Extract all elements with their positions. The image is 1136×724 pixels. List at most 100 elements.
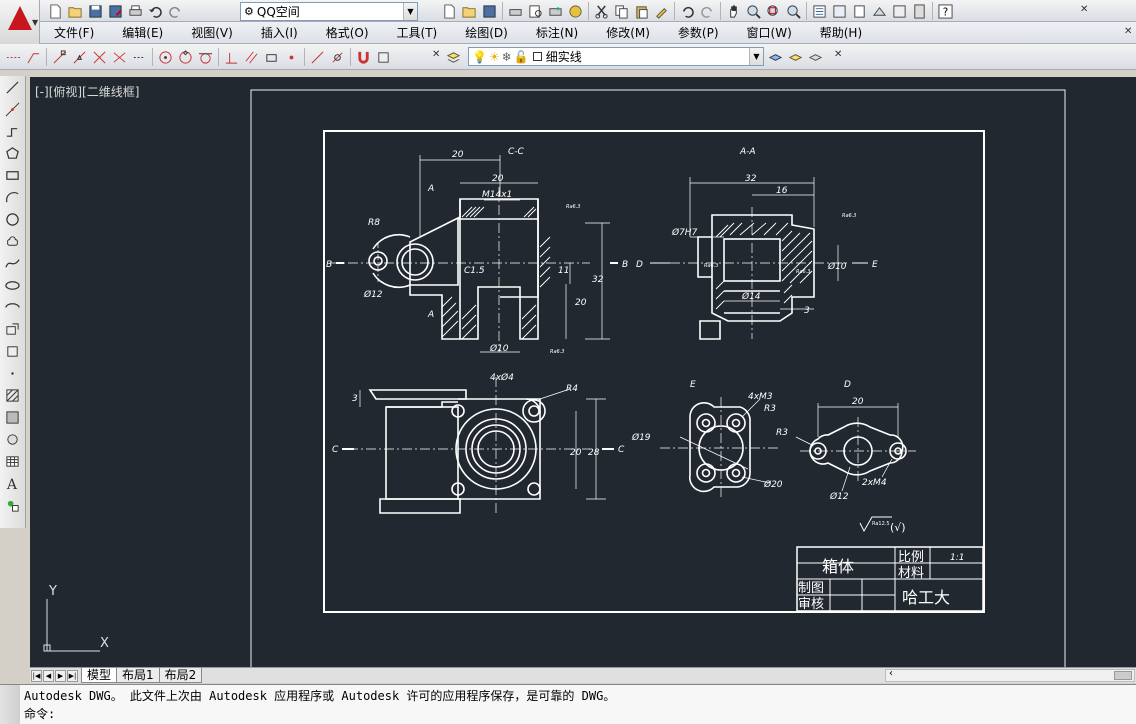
menu-item[interactable]: 标注(N) xyxy=(522,25,592,42)
menu-item[interactable]: 格式(O) xyxy=(312,25,383,42)
arc-icon[interactable] xyxy=(2,187,23,208)
gradient-icon[interactable] xyxy=(2,407,23,428)
make-block-icon[interactable] xyxy=(2,341,23,362)
layer-linetype-select[interactable]: 💡 ☀ ❄ 🔓 细实线 ▼ xyxy=(468,47,764,66)
line-icon[interactable] xyxy=(2,77,23,98)
zoom-window-icon[interactable] xyxy=(764,2,783,20)
point-icon[interactable] xyxy=(2,363,23,384)
save-as-icon[interactable] xyxy=(106,2,125,20)
redo-icon[interactable] xyxy=(166,2,185,20)
snap-tangent-icon[interactable] xyxy=(196,48,215,66)
osnap-settings-icon[interactable] xyxy=(374,48,393,66)
calculator-icon[interactable] xyxy=(910,2,929,20)
snap-insert-icon[interactable] xyxy=(262,48,281,66)
undo-icon[interactable] xyxy=(678,2,697,20)
layout-tab[interactable]: 模型 xyxy=(81,668,118,683)
snap-perpendicular-icon[interactable] xyxy=(222,48,241,66)
new-file-icon[interactable] xyxy=(46,2,65,20)
drawing-canvas[interactable]: [-][俯视][二维线框] C-C 20 20 M14x1 R8 C1.5 Ø1… xyxy=(30,77,1136,667)
open-folder-icon[interactable] xyxy=(66,2,85,20)
snap-center-icon[interactable] xyxy=(156,48,175,66)
help-icon[interactable]: ? xyxy=(936,2,955,20)
first-tab-icon[interactable]: |◀ xyxy=(31,669,42,682)
print-icon[interactable] xyxy=(126,2,145,20)
revision-cloud-icon[interactable] xyxy=(2,231,23,252)
open-icon[interactable] xyxy=(460,2,479,20)
snap-none-icon[interactable] xyxy=(328,48,347,66)
close-icon[interactable]: ✕ xyxy=(432,49,440,60)
command-prompt[interactable]: 命令: xyxy=(24,705,55,722)
menu-item[interactable]: 窗口(W) xyxy=(733,25,806,42)
plot-preview-icon[interactable] xyxy=(526,2,545,20)
cut-icon[interactable] xyxy=(592,2,611,20)
snap-intersection-icon[interactable] xyxy=(90,48,109,66)
snap-midpoint-icon[interactable] xyxy=(70,48,89,66)
menu-item[interactable]: 工具(T) xyxy=(383,25,452,42)
paste-icon[interactable] xyxy=(632,2,651,20)
publish-icon[interactable] xyxy=(546,2,565,20)
menu-item[interactable]: 参数(P) xyxy=(664,25,733,42)
magnet-icon[interactable] xyxy=(354,48,373,66)
snap-quadrant-icon[interactable] xyxy=(176,48,195,66)
snap-parallel-icon[interactable] xyxy=(242,48,261,66)
previous-tab-icon[interactable]: ◀ xyxy=(43,669,54,682)
layout-tab[interactable]: 布局1 xyxy=(116,668,160,683)
last-tab-icon[interactable]: ▶| xyxy=(67,669,78,682)
menu-item[interactable]: 编辑(E) xyxy=(108,25,177,42)
temporary-track-icon[interactable] xyxy=(4,48,23,66)
command-line-grip[interactable] xyxy=(0,685,20,724)
tool-palettes-icon[interactable] xyxy=(850,2,869,20)
snap-endpoint-icon[interactable] xyxy=(50,48,69,66)
ellipse-icon[interactable] xyxy=(2,275,23,296)
zoom-realtime-icon[interactable] xyxy=(744,2,763,20)
circle-icon[interactable] xyxy=(2,209,23,230)
polygon-icon[interactable] xyxy=(2,143,23,164)
properties-icon[interactable] xyxy=(810,2,829,20)
horizontal-scrollbar[interactable]: ‹ xyxy=(885,668,1135,682)
add-selected-icon[interactable] xyxy=(2,495,23,516)
layer-state-icon[interactable] xyxy=(806,48,825,66)
spline-icon[interactable] xyxy=(2,253,23,274)
snap-from-icon[interactable] xyxy=(24,48,43,66)
close-icon[interactable]: ✕ xyxy=(1124,26,1132,37)
multiline-text-icon[interactable]: A xyxy=(2,473,23,494)
copy-icon[interactable] xyxy=(612,2,631,20)
insert-block-icon[interactable] xyxy=(2,319,23,340)
plot-icon[interactable] xyxy=(506,2,525,20)
rectangle-icon[interactable] xyxy=(2,165,23,186)
close-icon[interactable]: ✕ xyxy=(834,49,842,60)
save-icon[interactable] xyxy=(86,2,105,20)
sheet-set-icon[interactable] xyxy=(870,2,889,20)
layer-previous-icon[interactable] xyxy=(786,48,805,66)
construction-line-icon[interactable] xyxy=(2,99,23,120)
make-current-icon[interactable] xyxy=(766,48,785,66)
snap-extension-icon[interactable] xyxy=(130,48,149,66)
table-icon[interactable] xyxy=(2,451,23,472)
polyline-icon[interactable] xyxy=(2,121,23,142)
next-tab-icon[interactable]: ▶ xyxy=(55,669,66,682)
hatch-icon[interactable] xyxy=(2,385,23,406)
menu-item[interactable]: 绘图(D) xyxy=(451,25,522,42)
workspace-select[interactable]: ⚙ QQ空间 ▼ xyxy=(240,2,418,21)
undo-icon[interactable] xyxy=(146,2,165,20)
region-icon[interactable] xyxy=(2,429,23,450)
3d-dwf-icon[interactable] xyxy=(566,2,585,20)
qsave-icon[interactable] xyxy=(480,2,499,20)
design-center-icon[interactable] xyxy=(830,2,849,20)
menu-item[interactable]: 帮助(H) xyxy=(806,25,876,42)
layout-tab[interactable]: 布局2 xyxy=(158,668,203,683)
snap-apparent-icon[interactable] xyxy=(110,48,129,66)
redo-icon[interactable] xyxy=(698,2,717,20)
application-menu-button[interactable]: ▼ xyxy=(0,0,40,44)
layer-manager-icon[interactable] xyxy=(444,48,463,66)
close-icon[interactable]: ✕ xyxy=(1080,4,1088,15)
menu-item[interactable]: 文件(F) xyxy=(40,25,108,42)
markup-icon[interactable] xyxy=(890,2,909,20)
pan-icon[interactable] xyxy=(724,2,743,20)
qnew-icon[interactable] xyxy=(440,2,459,20)
scroll-left-icon[interactable]: ‹ xyxy=(889,668,893,679)
menu-item[interactable]: 修改(M) xyxy=(592,25,664,42)
menu-item[interactable]: 视图(V) xyxy=(177,25,247,42)
ellipse-arc-icon[interactable] xyxy=(2,297,23,318)
match-properties-icon[interactable] xyxy=(652,2,671,20)
